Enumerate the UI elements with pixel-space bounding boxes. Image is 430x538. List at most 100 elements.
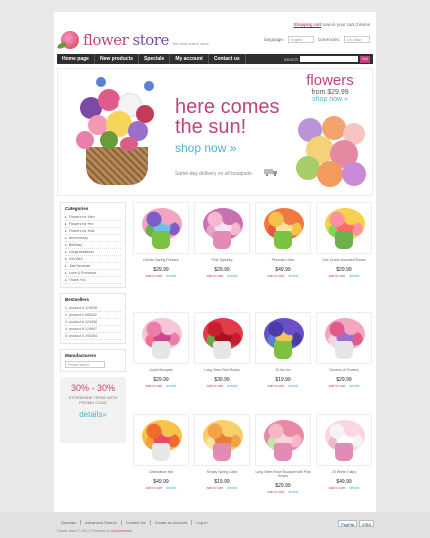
details-link[interactable]: details (349, 486, 359, 490)
category-item[interactable]: ▸ Thank You (65, 277, 121, 284)
details-link[interactable]: details (227, 384, 237, 388)
category-item[interactable]: ▸ Congratulations (65, 249, 121, 256)
details-link[interactable]: details (288, 384, 298, 388)
bestseller-item[interactable]: 4. product # 124697 (65, 326, 121, 333)
details-link[interactable]: details (166, 486, 176, 490)
logo[interactable]: flower store the best online store (61, 28, 209, 52)
product-name[interactable]: Celebration Mix (133, 470, 189, 474)
promo-box[interactable]: 30% - 30% STOREWIDE ITEMS WITH PROMO COD… (60, 377, 126, 443)
details-link[interactable]: details (227, 486, 237, 490)
product-card[interactable]: Deluxe Spring Flowers $29.99 add to cart de… (133, 202, 189, 278)
oscommerce-link[interactable]: osCommerce (111, 529, 132, 533)
footer-link-specials[interactable]: Specials (57, 520, 82, 525)
product-card[interactable]: Long Stem Red Roses $39.99 add to cart deta… (194, 312, 250, 388)
category-item[interactable]: ▸ Birthday (65, 242, 121, 249)
product-card[interactable]: One Dozen Assorted Roses $29.99 add to car… (316, 202, 372, 278)
product-image[interactable] (255, 414, 311, 466)
add-to-cart-link[interactable]: add to cart (207, 274, 224, 278)
product-image[interactable] (255, 202, 311, 254)
product-price: $29.99 (214, 267, 230, 273)
category-item[interactable]: ▸ Just Because (65, 263, 121, 270)
add-to-cart-link[interactable]: add to cart (268, 274, 285, 278)
product-card[interactable]: Dozens of Flowers $29.99 add to cart detail… (316, 312, 372, 388)
product-name[interactable]: Dozens of Flowers (316, 368, 372, 372)
add-to-cart-link[interactable]: add to cart (146, 274, 163, 278)
product-name[interactable]: Simply Spring Lilies (194, 470, 250, 474)
footer-link-create-account[interactable]: Create an Account (151, 520, 193, 525)
nav-my-account[interactable]: My account (170, 54, 209, 64)
footer-link-contact[interactable]: Contact Us (122, 520, 151, 525)
nav-specials[interactable]: Specials (139, 54, 171, 64)
manufacturer-select[interactable]: Please select (65, 361, 105, 368)
product-card[interactable]: 20 Iris Inc $19.99 add to cart details (255, 312, 311, 388)
banner-shop-now-link[interactable]: shop now » (175, 141, 236, 155)
product-card[interactable]: Simply Spring Lilies $19.99 add to cart det… (194, 414, 250, 490)
add-to-cart-link[interactable]: add to cart (207, 384, 224, 388)
promo-details-link[interactable]: details» (64, 410, 122, 419)
product-card[interactable]: Celebration Mix $49.99 add to cart details (133, 414, 189, 490)
product-image[interactable] (194, 202, 250, 254)
product-image[interactable] (133, 414, 189, 466)
add-to-cart-link[interactable]: add to cart (146, 384, 163, 388)
category-item[interactable]: ▸ Flowers for Kids (65, 228, 121, 235)
bestseller-item[interactable]: 3. product # 123498 (65, 319, 121, 326)
details-link[interactable]: details (227, 274, 237, 278)
product-image[interactable] (133, 312, 189, 364)
footer-link-login[interactable]: Log In (192, 520, 211, 525)
nav-new-products[interactable]: New products (95, 54, 140, 64)
product-name[interactable]: Long Stem Rose Bouquet with Pink Roses (255, 470, 311, 478)
product-image[interactable] (255, 312, 311, 364)
bestseller-item[interactable]: 2. product # 085332 (65, 312, 121, 319)
product-card[interactable]: Joyful Bouquet $29.99 add to cart details (133, 312, 189, 388)
details-link[interactable]: details (288, 490, 298, 494)
category-item[interactable]: ▸ Love & Romance (65, 270, 121, 277)
language-select[interactable]: English (287, 36, 314, 43)
flowers-promo-banner[interactable]: flowers from $29.99 shop now » (290, 72, 370, 193)
product-image[interactable] (194, 312, 250, 364)
search-input[interactable] (300, 56, 358, 62)
add-to-cart-link[interactable]: add to cart (268, 490, 285, 494)
bestseller-item[interactable]: 5. product # 294354 (65, 333, 121, 340)
product-image[interactable] (194, 414, 250, 466)
details-link[interactable]: details (166, 274, 176, 278)
category-item[interactable]: ▸ Get Well (65, 256, 121, 263)
nav-contact-us[interactable]: Contact us (209, 54, 246, 64)
add-to-cart-link[interactable]: add to cart (329, 486, 346, 490)
product-image[interactable] (316, 202, 372, 254)
category-item[interactable]: ▸ Flowers for Men (65, 214, 121, 221)
product-image[interactable] (133, 202, 189, 254)
product-card[interactable]: Pink Tapestry $29.99 add to cart details (194, 202, 250, 278)
add-to-cart-link[interactable]: add to cart (329, 384, 346, 388)
product-name[interactable]: Joyful Bouquet (133, 368, 189, 372)
details-link[interactable]: details (288, 274, 298, 278)
currency-select[interactable]: US dollar (344, 36, 370, 43)
product-card[interactable]: Long Stem Rose Bouquet with Pink Roses $2… (255, 414, 311, 494)
details-link[interactable]: details (349, 274, 359, 278)
shopping-cart-link[interactable]: Shopping cart (293, 22, 321, 27)
product-name[interactable]: Pink Tapestry (194, 258, 250, 262)
details-link[interactable]: details (166, 384, 176, 388)
product-name[interactable]: Long Stem Red Roses (194, 368, 250, 372)
hero-banner[interactable]: here comes the sun! shop now » Same-day … (57, 68, 373, 196)
footer-link-advanced-search[interactable]: Advanced Search (81, 520, 122, 525)
nav-home[interactable]: Home page (57, 54, 95, 64)
category-item[interactable]: ▸ Flowers for Her (65, 221, 121, 228)
product-image[interactable] (316, 414, 372, 466)
category-item[interactable]: ▸ Anniversary (65, 235, 121, 242)
product-name[interactable]: Deluxe Spring Flowers (133, 258, 189, 262)
add-to-cart-link[interactable]: add to cart (329, 274, 346, 278)
product-name[interactable]: One Dozen Assorted Roses (316, 258, 372, 262)
product-name[interactable]: 20 White Tulips (316, 470, 372, 474)
product-card[interactable]: 20 White Tulips $49.99 add to cart details (316, 414, 372, 490)
product-name[interactable]: 20 Iris Inc (255, 368, 311, 372)
flowers-promo-shop-now[interactable]: shop now » (290, 96, 370, 103)
search-button[interactable]: Go! (360, 55, 370, 63)
product-name[interactable]: Peruvian Lilies (255, 258, 311, 262)
add-to-cart-link[interactable]: add to cart (207, 486, 224, 490)
add-to-cart-link[interactable]: add to cart (268, 384, 285, 388)
product-card[interactable]: Peruvian Lilies $49.99 add to cart details (255, 202, 311, 278)
details-link[interactable]: details (349, 384, 359, 388)
bestseller-item[interactable]: 1. product # 123008 (65, 305, 121, 312)
add-to-cart-link[interactable]: add to cart (146, 486, 163, 490)
product-image[interactable] (316, 312, 372, 364)
